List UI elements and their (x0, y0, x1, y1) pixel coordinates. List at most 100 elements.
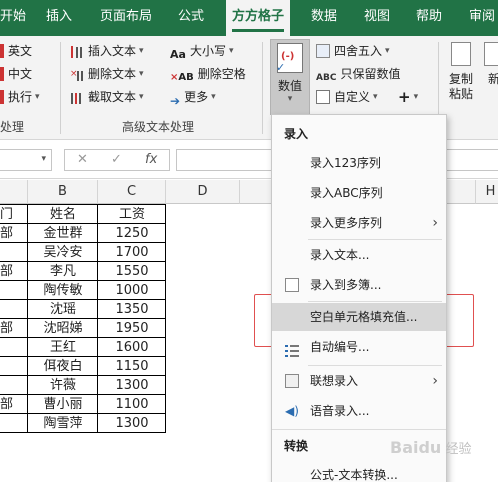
english-icon (0, 44, 4, 58)
table-border (0, 413, 166, 414)
english-button[interactable]: 英文 (0, 40, 32, 62)
column-header-b[interactable]: B (28, 180, 98, 204)
cell-a[interactable]: 部 (0, 224, 28, 243)
extract-text-button[interactable]: 截取文本 ▾ (70, 86, 144, 108)
menu-item-fill-blank[interactable]: 空白单元格填充值... (272, 303, 446, 331)
more-button[interactable]: ➔ 更多 ▾ (170, 86, 216, 108)
cell-a[interactable] (0, 281, 28, 300)
insert-text-label: 插入文本 (88, 44, 137, 58)
chinese-label: 中文 (8, 67, 33, 81)
enter-icon[interactable]: ✓ (111, 150, 122, 170)
menu-item-voice-input[interactable]: ◀) 语音录入... (272, 397, 446, 425)
table-border (0, 299, 166, 300)
cell-b[interactable]: 许薇 (28, 376, 98, 395)
custom-button[interactable]: 自定义 ▾ (316, 86, 378, 108)
menu-item-input-abc[interactable]: 录入ABC序列 (272, 179, 446, 207)
tab-insert[interactable]: 插入 (46, 0, 72, 36)
column-header-a[interactable] (0, 180, 28, 204)
cell-b[interactable]: 曹小丽 (28, 395, 98, 414)
cell-b[interactable]: 王红 (28, 338, 98, 357)
list-icon (285, 374, 299, 388)
cell-b[interactable]: 金世群 (28, 224, 98, 243)
cell-b[interactable]: 沈瑶 (28, 300, 98, 319)
name-box[interactable]: ▾ (0, 149, 52, 171)
tab-data[interactable]: 数据 (311, 0, 337, 36)
cell-c[interactable]: 1350 (98, 300, 166, 319)
tab-page-layout[interactable]: 页面布局 (100, 0, 152, 36)
menu-item-input-workbooks[interactable]: 录入到多簿... (272, 271, 446, 299)
column-header-c[interactable]: C (98, 180, 166, 204)
keep-number-button[interactable]: ABC 只保留数值 (316, 63, 400, 85)
cell-c[interactable]: 1000 (98, 281, 166, 300)
cancel-icon[interactable]: ✕ (77, 150, 88, 170)
cell-a[interactable] (0, 338, 28, 357)
cell-a[interactable] (0, 357, 28, 376)
plus-label: + (398, 88, 411, 106)
menu-divider (308, 239, 442, 240)
cell-b[interactable]: 陶传敏 (28, 281, 98, 300)
menu-section-convert: 转换 (284, 439, 309, 453)
round-button[interactable]: 四舍五入 ▾ (316, 40, 390, 62)
insert-text-button[interactable]: 插入文本 ▾ (70, 40, 144, 62)
cell-b[interactable]: 吴冷安 (28, 243, 98, 262)
cell-c[interactable]: 1600 (98, 338, 166, 357)
table-border (97, 204, 98, 433)
cell-b[interactable]: 沈昭娣 (28, 319, 98, 338)
menu-item-formula-text[interactable]: 公式-文本转换... (272, 461, 446, 482)
table-border (0, 337, 166, 338)
fx-icon[interactable]: fx (145, 150, 157, 170)
numeric-dropdown-button[interactable]: (-) ✓ 数值 ▾ (270, 39, 310, 115)
menu-item-associative-input[interactable]: 联想录入 › (272, 367, 446, 395)
chinese-button[interactable]: 中文 (0, 63, 32, 85)
cell-c[interactable]: 1700 (98, 243, 166, 262)
remove-space-button[interactable]: ×AB 删除空格 (170, 63, 246, 85)
column-header-d[interactable]: D (166, 180, 240, 204)
cell-c[interactable]: 1300 (98, 414, 166, 433)
cell-c[interactable]: 1550 (98, 262, 166, 281)
cell-a[interactable] (0, 300, 28, 319)
tab-view[interactable]: 视图 (364, 0, 390, 36)
menu-item-more-series[interactable]: 录入更多序列 › (272, 209, 446, 237)
table-border (0, 394, 166, 395)
cell-a[interactable]: 门 (0, 205, 28, 224)
cell-a[interactable] (0, 243, 28, 262)
insert-text-icon (70, 44, 84, 58)
column-header-h[interactable]: H (476, 180, 498, 204)
cell-c[interactable]: 1950 (98, 319, 166, 338)
tab-formulas[interactable]: 公式 (178, 0, 204, 36)
clipboard-icon (451, 42, 471, 66)
menu-item-input-123[interactable]: 录入123序列 (272, 149, 446, 177)
cell-a[interactable]: 部 (0, 262, 28, 281)
cell-a[interactable]: 部 (0, 395, 28, 414)
cell-b[interactable]: 李凡 (28, 262, 98, 281)
group-divider (262, 42, 263, 134)
tab-home[interactable]: 开始 (0, 0, 26, 36)
cell-c[interactable]: 1100 (98, 395, 166, 414)
delete-text-button[interactable]: × 删除文本 ▾ (70, 63, 144, 85)
cell-a[interactable] (0, 376, 28, 395)
abc-icon: ABC (316, 73, 337, 83)
tab-fangfang[interactable]: 方方格子 (226, 0, 291, 36)
cell-a[interactable]: 部 (0, 319, 28, 338)
cell-c[interactable]: 1250 (98, 224, 166, 243)
cell-c[interactable]: 1300 (98, 376, 166, 395)
menu-item-input-text[interactable]: 录入文本... (272, 241, 446, 269)
cell-b[interactable]: 陶雪萍 (28, 414, 98, 433)
edit-icon (316, 90, 330, 104)
case-button[interactable]: Aa 大小写 ▾ (170, 40, 233, 62)
delete-text-icon: × (70, 67, 84, 81)
cell-a[interactable] (0, 414, 28, 433)
round-icon (316, 44, 330, 58)
cell-c[interactable]: 工资 (98, 205, 166, 224)
tab-help[interactable]: 帮助 (416, 0, 442, 36)
new-button[interactable]: 新 (484, 42, 498, 114)
execute-button[interactable]: 执行 ▾ (0, 86, 40, 108)
tab-review[interactable]: 审阅 (469, 0, 495, 36)
ribbon-tab-bar: 开始 插入 页面布局 公式 方方格子 数据 视图 帮助 审阅 (0, 0, 498, 36)
cell-b[interactable]: 姓名 (28, 205, 98, 224)
copy-paste-button[interactable]: 复制粘贴 (444, 42, 478, 114)
menu-item-auto-number[interactable]: 自动编号... (272, 333, 446, 361)
cell-b[interactable]: 佴夜白 (28, 357, 98, 376)
plus-button[interactable]: + ▾ (398, 86, 418, 108)
cell-c[interactable]: 1150 (98, 357, 166, 376)
